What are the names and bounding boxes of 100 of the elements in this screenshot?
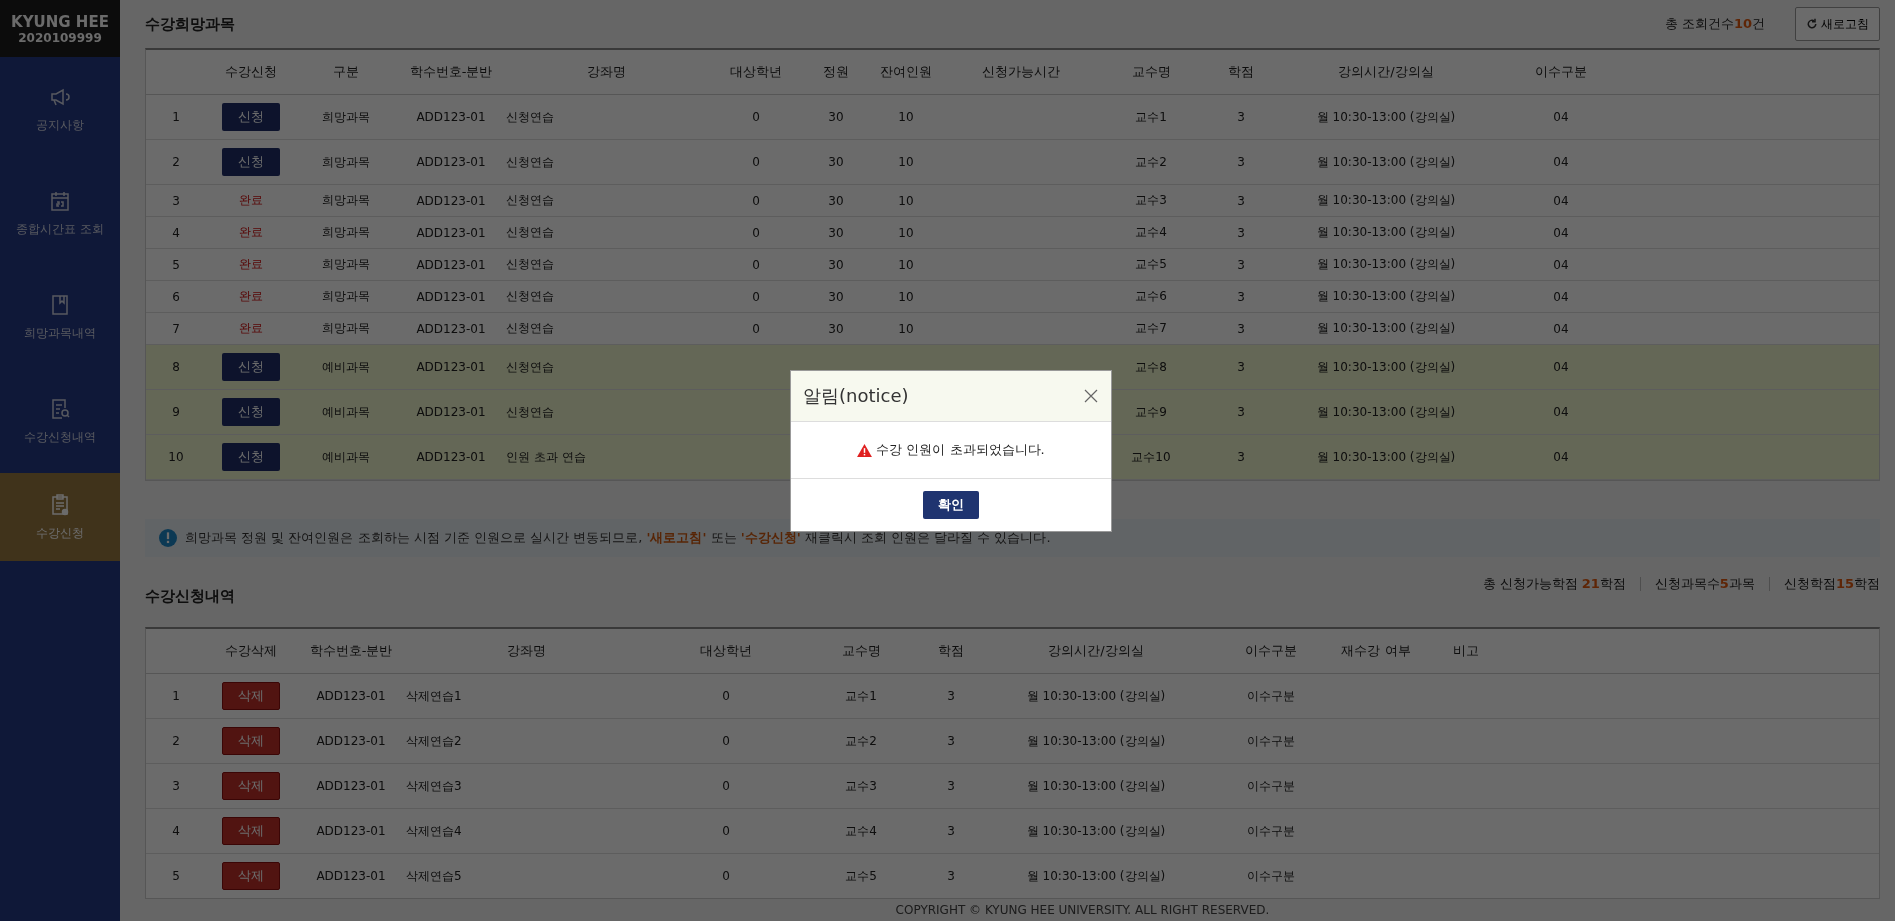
sidebar-item[interactable]: 수강신청 [0, 473, 120, 561]
table-cell-text: 예비과목 [321, 448, 371, 466]
section-title: 수강희망과목 [145, 14, 236, 34]
table-cell-text: 2 [171, 734, 181, 748]
column-header: 잔여인원 [879, 63, 933, 81]
delete-button[interactable]: 삭제 [222, 682, 280, 710]
table-cell-text: 3 [946, 869, 956, 883]
table-cell-text: 이수구분 [1246, 777, 1296, 795]
column-header: 수강신청 [224, 63, 278, 81]
delete-button[interactable]: 삭제 [222, 817, 280, 845]
table-cell-text: 10 [167, 450, 185, 464]
table-cell-text: 삭제연습5 [406, 867, 463, 885]
brand-name: KYUNG HEE [11, 12, 109, 31]
table-cell-text: 3 [1236, 225, 1246, 240]
table-cell-text: 교수1 [844, 687, 878, 705]
status-text: 완료 [239, 225, 263, 239]
table-cell-text: 신청연습 [506, 288, 555, 305]
table-cell-text: 희망과목 [321, 153, 371, 171]
result-count: 총 조회건수10건 [1664, 15, 1765, 33]
table-cell-text: 3 [946, 779, 956, 793]
table-cell-text: 월 10:30-13:00 (강의실) [1315, 108, 1457, 126]
column-header: 강의시간/강의실 [1337, 63, 1435, 81]
sidebar-item[interactable]: 공지사항 [0, 57, 120, 161]
table-cell-text: 월 10:30-13:00 (강의실) [1315, 224, 1457, 241]
warning-icon [857, 443, 873, 457]
refresh-button[interactable]: 새로고침 [1795, 7, 1880, 41]
table-cell-text: 이수구분 [1246, 822, 1296, 840]
table-cell-text: 04 [1552, 155, 1570, 169]
table-cell-text: ADD123-01 [415, 360, 487, 374]
copyright-text: COPYRIGHT © KYUNG HEE UNIVERSITY. ALL RIGHT RESERVED. [895, 903, 1270, 917]
apply-button[interactable]: 신청 [222, 398, 280, 426]
sidebar-item[interactable]: 희망과목내역 [0, 265, 120, 369]
dialog-message: 수강 인원이 초과되었습니다. [876, 441, 1045, 459]
column-header: 정원 [822, 63, 850, 81]
table-cell-text: ADD123-01 [415, 257, 487, 272]
table-cell-text: 예비과목 [321, 358, 371, 376]
sidebar-item[interactable]: 종합시간표 조회 [0, 161, 120, 265]
table-cell-text: 6 [171, 289, 181, 304]
table-cell-text: 3 [1236, 193, 1246, 208]
table-cell-text: 3 [946, 689, 956, 703]
info-text: 희망과목 정원 및 잔여인원은 조회하는 시점 기준 인원으로 실시간 변동되므로, '새로고침' 또는 '수강신청' 재클릭시 조회 인원은 달라질 수 있습니다. [185, 529, 1051, 547]
table-cell-text: 교수6 [1134, 288, 1168, 305]
delete-button[interactable]: 삭제 [222, 727, 280, 755]
credit-summary: 총 신청가능학점 21학점 [1482, 575, 1626, 593]
table-cell-text: 10 [897, 257, 915, 272]
sidebar-item[interactable]: 수강신청내역 [0, 369, 120, 473]
column-header: 교수명 [1130, 63, 1172, 81]
table-cell-text: 신청연습 [506, 256, 555, 273]
dialog-title: 알림(notice) [803, 384, 909, 408]
table-cell-text: 교수5 [1134, 256, 1168, 273]
confirm-button[interactable]: 확인 [923, 491, 979, 519]
table-cell-text: ADD123-01 [315, 824, 387, 838]
column-header: 구분 [332, 63, 360, 81]
table-cell-text: 희망과목 [321, 192, 371, 209]
table-cell-text: 0 [751, 110, 761, 124]
table-cell-text: 월 10:30-13:00 (강의실) [1315, 192, 1457, 209]
table-cell-text: 04 [1552, 257, 1570, 272]
table-cell-text: 7 [171, 321, 181, 336]
table-cell-text: 0 [751, 193, 761, 208]
table-cell-text: 월 10:30-13:00 (강의실) [1315, 358, 1457, 376]
table-cell-text: 신청연습 [506, 153, 555, 171]
apply-button[interactable]: 신청 [222, 103, 280, 131]
apply-button[interactable]: 신청 [222, 353, 280, 381]
table-cell-text: ADD123-01 [415, 405, 487, 419]
table-cell-text: 월 10:30-13:00 (강의실) [1025, 777, 1167, 795]
table-cell-text: 0 [751, 225, 761, 240]
table-cell-text: 0 [751, 257, 761, 272]
column-header: 수강삭제 [224, 642, 278, 660]
table-cell-text: 교수4 [1134, 224, 1168, 241]
table-cell-text: 1 [171, 689, 181, 703]
table-cell-text: 교수3 [844, 777, 878, 795]
table-cell-text: 월 10:30-13:00 (강의실) [1025, 732, 1167, 750]
table-cell-text: ADD123-01 [415, 321, 487, 336]
close-icon[interactable] [1083, 388, 1099, 404]
table-cell-text: 04 [1552, 225, 1570, 240]
table-cell-text: 신청연습 [506, 320, 555, 337]
table-cell-text: 3 [1236, 155, 1246, 169]
column-header: 학수번호-분반 [308, 642, 394, 660]
table-cell-text: 월 10:30-13:00 (강의실) [1315, 256, 1457, 273]
table-cell-text: 30 [827, 155, 845, 169]
apply-button[interactable]: 신청 [222, 443, 280, 471]
table-cell-text: 04 [1552, 405, 1570, 419]
table-cell-text: 희망과목 [321, 288, 371, 305]
table-cell-text: 신청연습 [506, 403, 555, 421]
table-cell-text: 4 [171, 824, 181, 838]
table-cell-text: 월 10:30-13:00 (강의실) [1315, 320, 1457, 337]
apply-button[interactable]: 신청 [222, 148, 280, 176]
status-text: 완료 [239, 321, 263, 335]
table-cell-text: 교수1 [1134, 108, 1168, 126]
table-cell-text: 교수9 [1134, 403, 1168, 421]
delete-button[interactable]: 삭제 [222, 772, 280, 800]
table-cell-text: 04 [1552, 289, 1570, 304]
table-cell-text: 신청연습 [506, 224, 555, 241]
credit-summary: 신청과목수5과목 [1654, 575, 1755, 593]
delete-button[interactable]: 삭제 [222, 862, 280, 890]
table-cell-text: 8 [171, 360, 181, 374]
table-cell-text: 교수5 [844, 867, 878, 885]
table-cell-text: 3 [1236, 360, 1246, 374]
table-cell-text: 1 [171, 110, 181, 124]
table-cell-text: 교수2 [1134, 153, 1168, 171]
